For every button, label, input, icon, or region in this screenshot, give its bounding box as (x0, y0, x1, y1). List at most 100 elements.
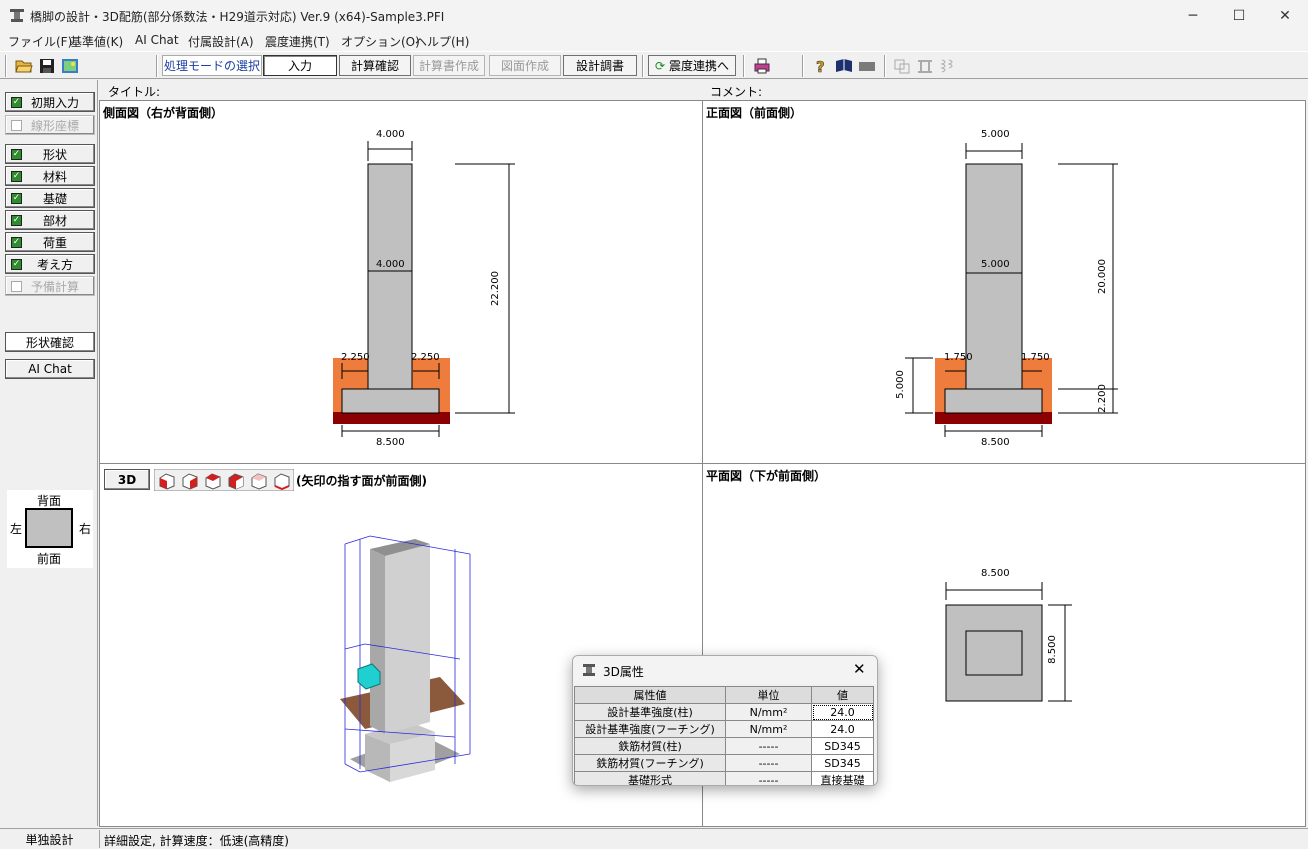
structure-disabled-icon[interactable] (915, 56, 935, 76)
attr3d-dialog: 3D属性 ✕ 属性値 単位 値 設計基準強度(柱) N/mm² 24.0 設計基… (572, 655, 878, 786)
view3d-button[interactable]: 3D (104, 469, 150, 490)
front-footing-width: 8.500 (981, 437, 1010, 448)
export-image-icon[interactable] (60, 56, 80, 76)
status-mode: 単独設計 (0, 830, 100, 848)
column-header: 値 (811, 686, 874, 704)
sidebar-item-label: 材料 (42, 169, 67, 184)
gray-block-icon[interactable] (857, 56, 877, 76)
plan-width: 8.500 (981, 568, 1010, 579)
sidebar-item-shape[interactable]: ✓ 形状 (5, 144, 95, 164)
status-bar: 単独設計 詳細設定, 計算速度：低速(高精度) (0, 828, 1308, 848)
menu-options[interactable]: オプション(O) (341, 33, 420, 50)
report-create-button[interactable]: 計算書作成 (413, 55, 485, 76)
close-button[interactable]: ✕ (1262, 0, 1308, 31)
side-left-offset: 2.250 (341, 352, 370, 363)
side-right-offset: 2.250 (411, 352, 440, 363)
front-top-width: 5.000 (981, 129, 1010, 140)
ai-chat-button[interactable]: AI Chat (5, 359, 95, 379)
design-doc-button[interactable]: 設計調書 (563, 55, 637, 76)
calc-check-button[interactable]: 計算確認 (339, 55, 411, 76)
sidebar-item-approach[interactable]: ✓ 考え方 (5, 254, 95, 274)
help-icon[interactable]: ? (811, 56, 831, 76)
sidebar-item-preliminary-calc[interactable]: 予備計算 (5, 276, 95, 296)
attr-value[interactable]: 24.0 (811, 720, 874, 738)
view-left-cube-icon[interactable] (249, 472, 269, 490)
view-front-cube-icon[interactable] (157, 472, 177, 490)
checkbox-checked-icon: ✓ (11, 236, 22, 248)
table-row: 鉄筋材質(フーチング) ----- SD345 (574, 754, 874, 772)
comment-field-row: コメント: (704, 80, 1308, 100)
attr-unit: N/mm² (725, 720, 812, 738)
attr-name: 鉄筋材質(フーチング) (574, 754, 726, 772)
attr-name: 設計基準強度(柱) (574, 703, 726, 721)
toolbar-separator (743, 55, 745, 77)
attr-value[interactable]: SD345 (811, 737, 874, 755)
save-icon[interactable] (37, 56, 57, 76)
menu-seismic-link[interactable]: 震度連携(T) (265, 33, 330, 50)
maximize-button[interactable]: ☐ (1216, 0, 1262, 31)
spring-disabled-icon[interactable] (938, 56, 958, 76)
sidebar-item-label: 荷重 (42, 235, 67, 250)
title-bar: 橋脚の設計・3D配筋(部分係数法・H29道示対応) Ver.9 (x64)-Sa… (0, 0, 1308, 31)
checkbox-checked-icon: ✓ (11, 170, 22, 182)
plan-depth: 8.500 (1046, 635, 1058, 664)
sidebar-item-label: 部材 (42, 213, 67, 228)
drawing-create-button[interactable]: 図面作成 (489, 55, 561, 76)
front-mid-width: 5.000 (981, 259, 1010, 270)
printer-icon[interactable] (752, 56, 772, 76)
sidebar-item-initial-input[interactable]: ✓ 初期入力 (5, 92, 95, 112)
manual-book-icon[interactable] (834, 56, 854, 76)
front-view-pane: 正面図（前面側） 5.000 5.000 1.750 1.750 8.500 2… (702, 100, 1306, 464)
attr3d-table: 属性値 単位 値 設計基準強度(柱) N/mm² 24.0 設計基準強度(フーチ… (574, 686, 874, 785)
sidebar: ✓ 初期入力 線形座標 ✓ 形状 ✓ 材料 ✓ 基礎 ✓ 部材 ✓ 荷重 ✓ 考え方 予備計算… (0, 80, 98, 826)
front-view-drawing (905, 143, 1118, 437)
shape-check-button[interactable]: 形状確認 (5, 332, 95, 352)
front-soil-height: 5.000 (894, 370, 906, 399)
menu-help[interactable]: ヘルプ(H) (415, 33, 469, 50)
title-field-row: タイトル: (100, 80, 702, 100)
orient-back-label: 背面 (37, 494, 62, 508)
menu-file[interactable]: ファイル(F) (8, 33, 72, 50)
table-header-row: 属性値 単位 値 (574, 686, 874, 704)
window-title: 橋脚の設計・3D配筋(部分係数法・H29道示対応) Ver.9 (x64)-Sa… (30, 10, 445, 24)
sidebar-item-load[interactable]: ✓ 荷重 (5, 232, 95, 252)
checkbox-empty-icon (11, 119, 22, 131)
sidebar-item-label: 初期入力 (30, 95, 79, 110)
view-back-cube-icon[interactable] (226, 472, 246, 490)
toolbar-separator (802, 55, 804, 77)
seismic-link-button[interactable]: ⟳ 震度連携へ (648, 55, 736, 76)
attr-value[interactable]: 直接基礎 (811, 771, 874, 785)
side-top-width: 4.000 (376, 129, 405, 140)
mode-select-label: 処理モードの選択 (162, 55, 262, 76)
menu-attached-design[interactable]: 付属設計(A) (188, 33, 254, 50)
input-button[interactable]: 入力 (263, 55, 337, 76)
minimize-button[interactable]: ─ (1170, 0, 1216, 31)
open-folder-icon[interactable] (14, 56, 34, 76)
maximize-icon: ☐ (1232, 7, 1246, 24)
sidebar-item-material[interactable]: ✓ 材料 (5, 166, 95, 186)
side-mid-width: 4.000 (376, 259, 405, 270)
comment-label: コメント: (710, 85, 763, 99)
view-right-cube-icon[interactable] (180, 472, 200, 490)
sidebar-item-foundation[interactable]: ✓ 基礎 (5, 188, 95, 208)
toolbar-separator (5, 55, 7, 77)
dialog-close-icon[interactable]: ✕ (853, 660, 866, 678)
menu-ai-chat[interactable]: AI Chat (135, 33, 179, 47)
orient-left-label: 左 (10, 522, 23, 536)
sidebar-item-linear-coord[interactable]: 線形座標 (5, 115, 95, 135)
toolbar-separator (884, 55, 886, 77)
view-top-cube-icon[interactable] (203, 472, 223, 490)
sidebar-item-member[interactable]: ✓ 部材 (5, 210, 95, 230)
attr-value[interactable]: SD345 (811, 754, 874, 772)
menu-standard[interactable]: 基準値(K) (70, 33, 123, 50)
attr-value[interactable]: 24.0 (811, 703, 874, 721)
link-disabled-icon[interactable] (892, 56, 912, 76)
dialog-title: 3D属性 (603, 665, 644, 679)
seismic-link-label: 震度連携へ (669, 59, 730, 73)
menu-bar: ファイル(F) 基準値(K) AI Chat 付属設計(A) 震度連携(T) オ… (0, 31, 1308, 51)
view-bottom-cube-icon[interactable] (272, 472, 292, 491)
front-pier-height: 20.000 (1097, 259, 1108, 294)
orientation-indicator: 背面 左 右 前面 (7, 490, 93, 568)
svg-text:?: ? (816, 58, 825, 74)
checkbox-checked-icon: ✓ (11, 258, 22, 270)
